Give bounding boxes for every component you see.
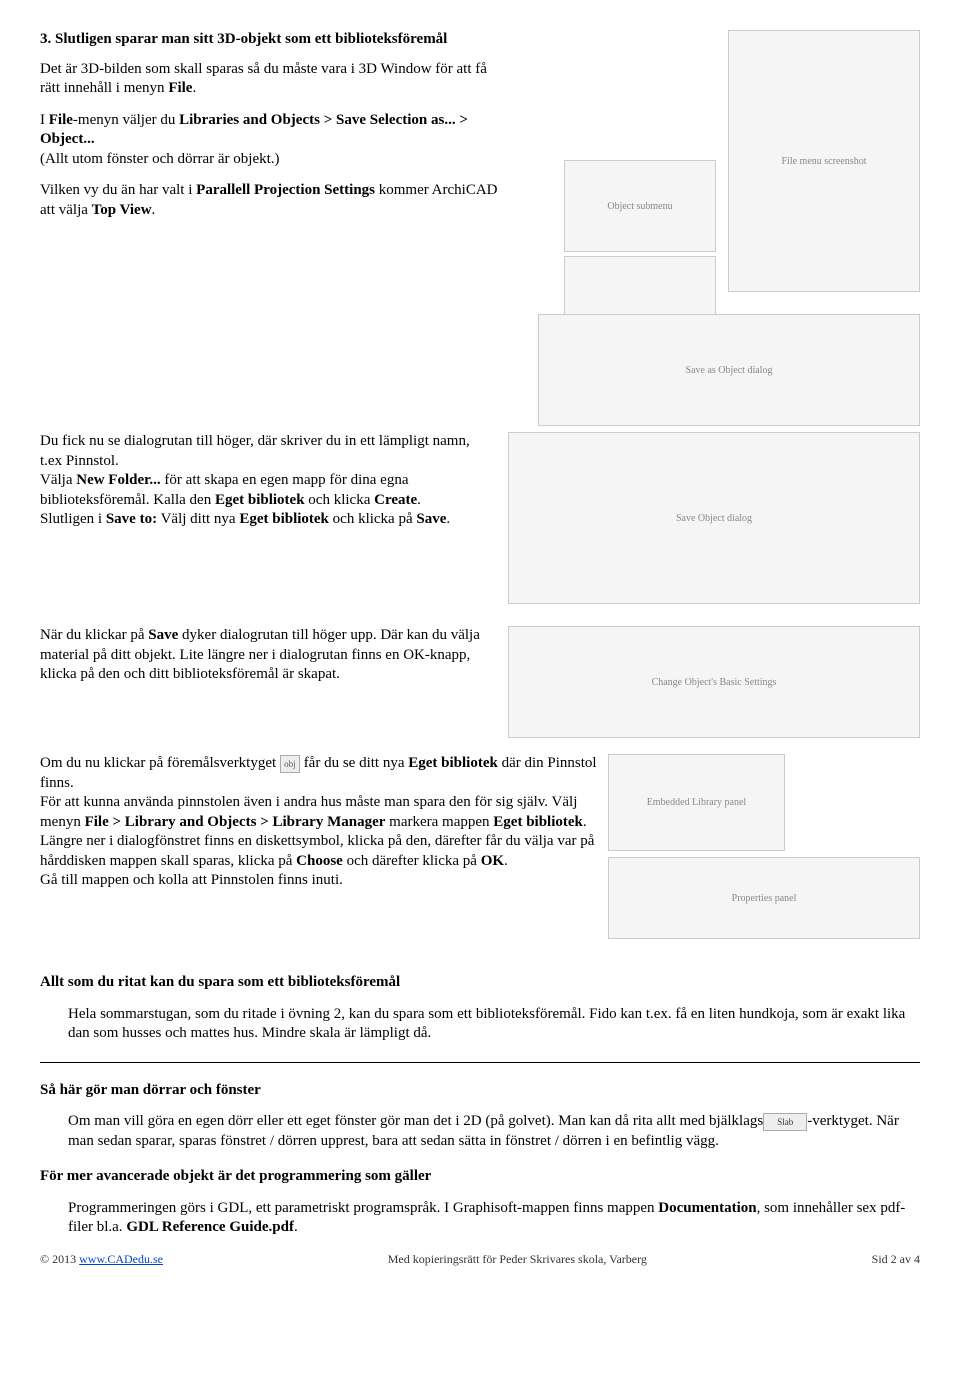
paragraph-doors: Om man vill göra en egen dörr eller ett … bbox=[68, 1112, 920, 1151]
text: . bbox=[152, 202, 156, 218]
bold-eget: Eget bibliotek bbox=[493, 814, 583, 830]
bold-heading: För mer avancerade objekt är det program… bbox=[40, 1168, 431, 1184]
bold-topview: Top View bbox=[92, 202, 152, 218]
properties-panel-screenshot: Properties panel bbox=[608, 857, 920, 939]
slab-tool-icon: Slab bbox=[763, 1113, 807, 1131]
bold-eget: Eget bibliotek bbox=[239, 511, 329, 527]
horizontal-rule bbox=[40, 1062, 920, 1063]
text: Du fick nu se dialogrutan till höger, dä… bbox=[40, 433, 470, 469]
bold-heading: Allt som du ritat kan du spara som ett b… bbox=[40, 974, 400, 990]
text: I bbox=[40, 112, 49, 128]
text: -menyn väljer du bbox=[73, 112, 179, 128]
footer-center: Med kopieringsrätt för Peder Skrivares s… bbox=[388, 1252, 647, 1268]
bold-save: Save bbox=[416, 511, 446, 527]
bold-saveto: Save to: bbox=[106, 511, 157, 527]
text: får du se ditt nya bbox=[300, 755, 408, 771]
text: Programmeringen görs i GDL, ett parametr… bbox=[68, 1200, 658, 1216]
paragraph-file-menu: I File-menyn väljer du Libraries and Obj… bbox=[40, 111, 510, 170]
text-note: (Allt utom fönster och dörrar är objekt.… bbox=[40, 151, 280, 167]
text: . bbox=[294, 1219, 298, 1235]
bold-file: File bbox=[168, 80, 192, 96]
paragraph-3d-window: Det är 3D-bilden som skall sparas så du … bbox=[40, 60, 510, 99]
subheading-doors-windows: Så här gör man dörrar och fönster bbox=[40, 1081, 920, 1101]
bold-gdlref: GDL Reference Guide.pdf bbox=[126, 1219, 294, 1235]
bold-file: File bbox=[49, 112, 73, 128]
bold-menu-path: File > Library and Objects > Library Man… bbox=[85, 814, 386, 830]
text: och klicka bbox=[305, 492, 375, 508]
text: och klicka på bbox=[329, 511, 416, 527]
text: Slutligen i bbox=[40, 511, 106, 527]
text: Om man vill göra en egen dörr eller ett … bbox=[68, 1113, 763, 1129]
paragraph-dialog: Du fick nu se dialogrutan till höger, dä… bbox=[40, 432, 490, 530]
bold-ok: OK bbox=[481, 853, 504, 869]
bold-create: Create bbox=[374, 492, 417, 508]
paragraph-gdl: Programmeringen görs i GDL, ett parametr… bbox=[68, 1199, 920, 1238]
footer-right: Sid 2 av 4 bbox=[872, 1252, 920, 1268]
text: Det är 3D-bilden som skall sparas så du … bbox=[40, 61, 487, 97]
page-footer: © 2013 www.CADedu.se Med kopieringsrätt … bbox=[40, 1252, 920, 1268]
subheading-programming: För mer avancerade objekt är det program… bbox=[40, 1167, 920, 1187]
text: Välj ditt nya bbox=[157, 511, 239, 527]
paragraph-top-view: Vilken vy du än har valt i Parallell Pro… bbox=[40, 181, 510, 220]
text: När du klickar på bbox=[40, 627, 148, 643]
bold-choose: Choose bbox=[296, 853, 343, 869]
subheading-save-all: Allt som du ritat kan du spara som ett b… bbox=[40, 973, 920, 993]
bold-heading: Så här gör man dörrar och fönster bbox=[40, 1082, 261, 1098]
paragraph-sommarstuga: Hela sommarstugan, som du ritade i övnin… bbox=[68, 1005, 920, 1044]
bold-save: Save bbox=[148, 627, 178, 643]
bold-documentation: Documentation bbox=[658, 1200, 756, 1216]
text: Välja bbox=[40, 472, 76, 488]
text: . bbox=[417, 492, 421, 508]
paragraph-library-manager: Om du nu klickar på föremålsverktyget ob… bbox=[40, 754, 660, 891]
library-panel-screenshot: Embedded Library panel bbox=[608, 754, 785, 851]
change-settings-screenshot: Change Object's Basic Settings bbox=[508, 626, 920, 738]
bold-eget: Eget bibliotek bbox=[215, 492, 305, 508]
save-object-dialog-screenshot: Save Object dialog bbox=[508, 432, 920, 604]
paragraph-save-click: När du klickar på Save dyker dialogrutan… bbox=[40, 626, 490, 685]
object-tool-icon: obj bbox=[280, 755, 300, 773]
bold-projection: Parallell Projection Settings bbox=[196, 182, 375, 198]
section-3-title: 3. Slutligen sparar man sitt 3D-objekt s… bbox=[40, 30, 510, 50]
save-as-object-dialog-screenshot: Save as Object dialog bbox=[538, 314, 920, 426]
copyright-text: © 2013 bbox=[40, 1252, 79, 1266]
file-menu-screenshot: File menu screenshot bbox=[728, 30, 920, 292]
text: . bbox=[446, 511, 450, 527]
bold-eget: Eget bibliotek bbox=[408, 755, 498, 771]
text: och därefter klicka på bbox=[343, 853, 481, 869]
bold-newfolder: New Folder... bbox=[76, 472, 160, 488]
footer-link[interactable]: www.CADedu.se bbox=[79, 1252, 163, 1266]
text: Gå till mappen och kolla att Pinnstolen … bbox=[40, 872, 343, 888]
text: Vilken vy du än har valt i bbox=[40, 182, 196, 198]
footer-left: © 2013 www.CADedu.se bbox=[40, 1252, 163, 1268]
text: markera mappen bbox=[385, 814, 493, 830]
text: . bbox=[504, 853, 508, 869]
text: Om du nu klickar på föremålsverktyget bbox=[40, 755, 280, 771]
object-submenu-screenshot: Object submenu bbox=[564, 160, 716, 252]
text: . bbox=[192, 80, 196, 96]
